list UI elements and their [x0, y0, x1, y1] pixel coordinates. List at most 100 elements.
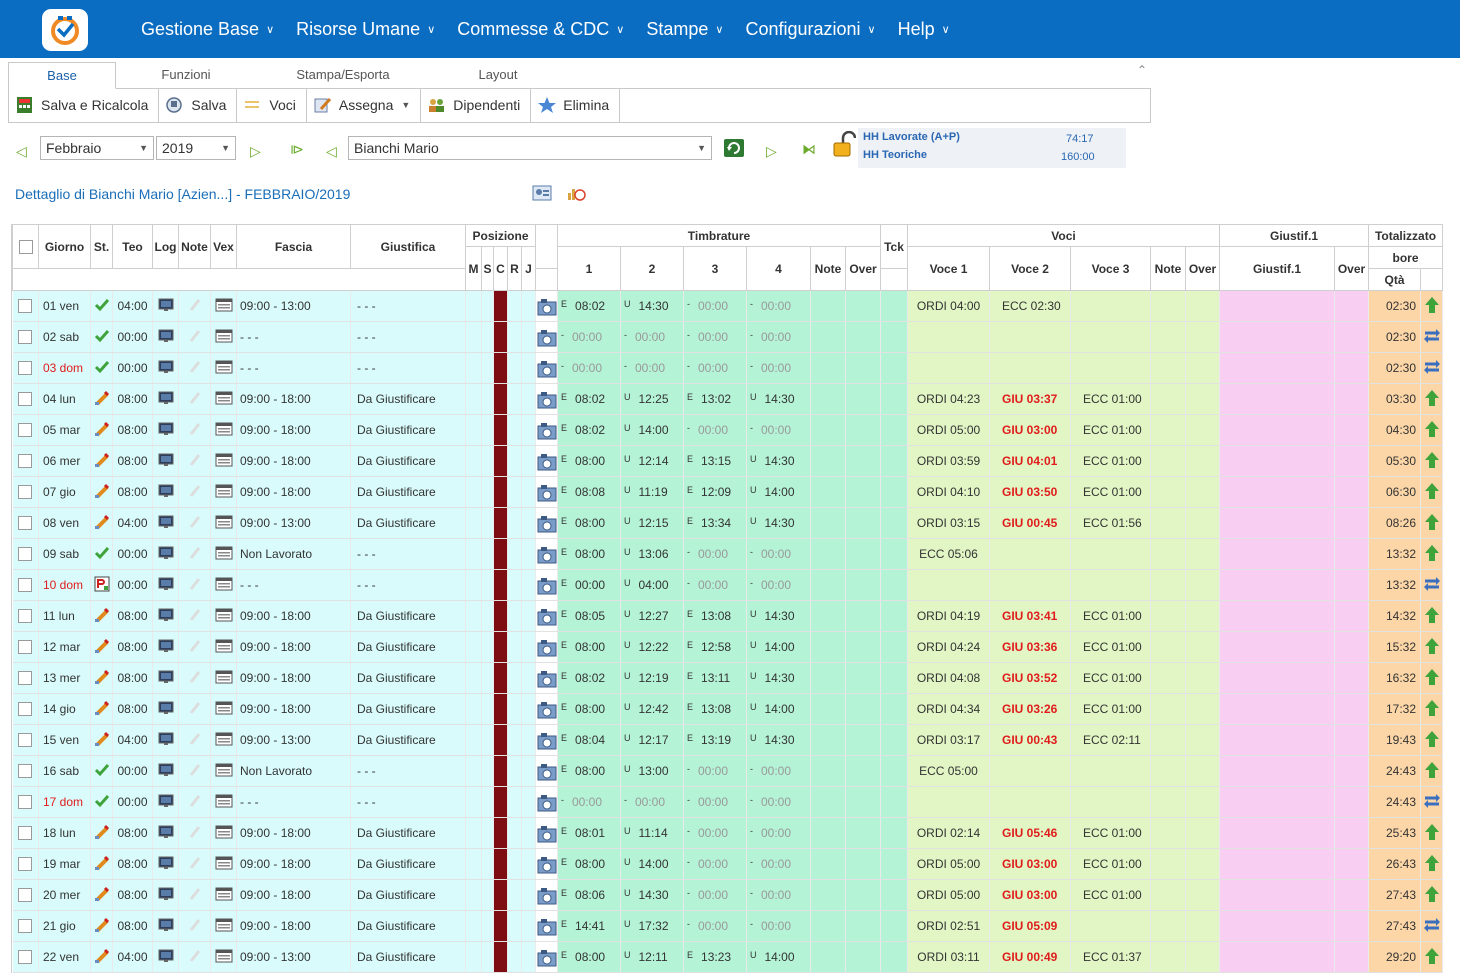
timbratura-cell[interactable]: U 12:17 — [620, 724, 684, 756]
vex-cell[interactable] — [210, 755, 237, 787]
voce-1-cell[interactable]: ORDI 03:11 — [907, 941, 990, 973]
timbratura-cell[interactable]: -00:00 — [683, 414, 747, 446]
giustif-cell[interactable] — [1219, 290, 1335, 322]
log-cell[interactable] — [152, 600, 179, 632]
voce-1-cell[interactable]: ORDI 04:08 — [907, 662, 990, 694]
timbratura-cell[interactable]: -00:00 — [746, 848, 811, 880]
note-cell[interactable] — [178, 941, 211, 973]
voce-3-cell[interactable] — [1070, 321, 1151, 353]
voce-1-cell[interactable]: ORDI 04:34 — [907, 693, 990, 725]
log-cell[interactable] — [152, 383, 179, 415]
giustif-cell[interactable] — [1219, 941, 1335, 973]
elimina-button[interactable]: Elimina — [531, 87, 621, 123]
timbratura-cell[interactable]: E 13:34 — [683, 507, 747, 539]
row-checkbox[interactable] — [18, 330, 33, 345]
log-cell[interactable] — [152, 507, 179, 539]
tck-icon-cell[interactable] — [535, 786, 558, 818]
timbratura-cell[interactable]: E 08:00 — [557, 755, 621, 787]
tab-base[interactable]: Base — [8, 62, 116, 89]
log-cell[interactable] — [152, 879, 179, 911]
tck-icon-cell[interactable] — [535, 817, 558, 849]
timbratura-cell[interactable]: -00:00 — [620, 352, 684, 384]
tck-icon-cell[interactable] — [535, 848, 558, 880]
voce-2-cell[interactable]: GIU 03:26 — [989, 693, 1071, 725]
voce-3-cell[interactable]: ECC 01:00 — [1070, 383, 1151, 415]
vex-cell[interactable] — [210, 538, 237, 570]
row-checkbox[interactable] — [18, 671, 33, 686]
vex-cell[interactable] — [210, 941, 237, 973]
timbratura-cell[interactable]: U 14:00 — [746, 631, 811, 663]
header-timb-note[interactable]: Note — [810, 246, 846, 291]
header-voce-1[interactable]: Voce 1 — [907, 246, 990, 291]
giustif-cell[interactable] — [1219, 476, 1335, 508]
table-row[interactable]: 16 sab 00:00 Non Lavorato - - - E 08:00 U 1… — [12, 755, 1443, 787]
tck-icon-cell[interactable] — [535, 569, 558, 601]
log-cell[interactable] — [152, 786, 179, 818]
timbratura-cell[interactable]: E 00:00 — [557, 569, 621, 601]
header-vex[interactable]: Vex — [210, 224, 237, 269]
header-giorno[interactable]: Giorno — [38, 224, 91, 269]
status-cell[interactable] — [90, 848, 113, 880]
log-cell[interactable] — [152, 693, 179, 725]
timbratura-cell[interactable]: U 14:30 — [746, 600, 811, 632]
vex-cell[interactable] — [210, 631, 237, 663]
header-giustifica[interactable]: Giustifica — [350, 224, 466, 269]
voce-3-cell[interactable]: ECC 01:56 — [1070, 507, 1151, 539]
status-cell[interactable] — [90, 569, 113, 601]
header-teo[interactable]: Teo — [112, 224, 153, 269]
timbratura-cell[interactable]: U 14:30 — [746, 383, 811, 415]
timbratura-cell[interactable]: -00:00 — [683, 352, 747, 384]
log-cell[interactable] — [152, 910, 179, 942]
note-cell[interactable] — [178, 538, 211, 570]
collapse-ribbon-icon[interactable]: ⌃ — [1137, 63, 1147, 77]
timbratura-cell[interactable]: -00:00 — [746, 414, 811, 446]
voce-1-cell[interactable]: ORDI 03:17 — [907, 724, 990, 756]
vex-cell[interactable] — [210, 507, 237, 539]
table-row[interactable]: 08 ven 04:00 09:00 - 13:00 Da Giustifica… — [12, 507, 1443, 539]
timbratura-cell[interactable]: -00:00 — [557, 786, 621, 818]
last-employee-arrow-icon[interactable]: ⧑ — [802, 141, 816, 158]
timbratura-cell[interactable]: -00:00 — [683, 848, 747, 880]
header-timb-over[interactable]: Over — [845, 246, 881, 291]
timbratura-cell[interactable]: U 04:00 — [620, 569, 684, 601]
timbratura-cell[interactable]: E 13:23 — [683, 941, 747, 973]
voce-2-cell[interactable] — [989, 786, 1071, 818]
timbratura-cell[interactable]: E 08:02 — [557, 383, 621, 415]
vex-cell[interactable] — [210, 724, 237, 756]
vex-cell[interactable] — [210, 879, 237, 911]
vex-cell[interactable] — [210, 445, 237, 477]
voce-3-cell[interactable]: ECC 01:00 — [1070, 879, 1151, 911]
timbratura-cell[interactable]: E 13:02 — [683, 383, 747, 415]
row-checkbox[interactable] — [18, 361, 33, 376]
vex-cell[interactable] — [210, 569, 237, 601]
vex-cell[interactable] — [210, 817, 237, 849]
voce-3-cell[interactable]: ECC 01:37 — [1070, 941, 1151, 973]
row-checkbox[interactable] — [18, 392, 33, 407]
voce-2-cell[interactable]: GIU 03:41 — [989, 600, 1071, 632]
year-select[interactable]: 2019 ▼ — [156, 136, 236, 160]
header-qta[interactable]: Qtà — [1368, 268, 1421, 291]
status-cell[interactable] — [90, 817, 113, 849]
voce-1-cell[interactable]: ORDI 04:23 — [907, 383, 990, 415]
tck-icon-cell[interactable] — [535, 507, 558, 539]
voce-2-cell[interactable] — [989, 755, 1071, 787]
header-timb-4[interactable]: 4 — [746, 246, 811, 291]
voce-1-cell[interactable]: ORDI 05:00 — [907, 414, 990, 446]
timbratura-cell[interactable]: -00:00 — [683, 569, 747, 601]
voce-1-cell[interactable]: ORDI 03:15 — [907, 507, 990, 539]
vex-cell[interactable] — [210, 383, 237, 415]
voce-2-cell[interactable]: GIU 03:00 — [989, 848, 1071, 880]
menu-risorse-umane[interactable]: Risorse Umane ∨ — [296, 19, 435, 40]
table-row[interactable]: 06 mer 08:00 09:00 - 18:00 Da Giustifica… — [12, 445, 1443, 477]
row-checkbox[interactable] — [18, 764, 33, 779]
voce-3-cell[interactable] — [1070, 755, 1151, 787]
table-row[interactable]: 02 sab 00:00 - - - - - - -00:00-00:00-00… — [12, 321, 1443, 353]
timbratura-cell[interactable]: -00:00 — [746, 879, 811, 911]
log-cell[interactable] — [152, 941, 179, 973]
timbratura-cell[interactable]: E 12:09 — [683, 476, 747, 508]
voce-2-cell[interactable] — [989, 569, 1071, 601]
timbratura-cell[interactable]: -00:00 — [746, 538, 811, 570]
table-row[interactable]: 11 lun 08:00 09:00 - 18:00 Da Giustifica… — [12, 600, 1443, 632]
row-checkbox[interactable] — [18, 609, 33, 624]
row-checkbox[interactable] — [18, 516, 33, 531]
